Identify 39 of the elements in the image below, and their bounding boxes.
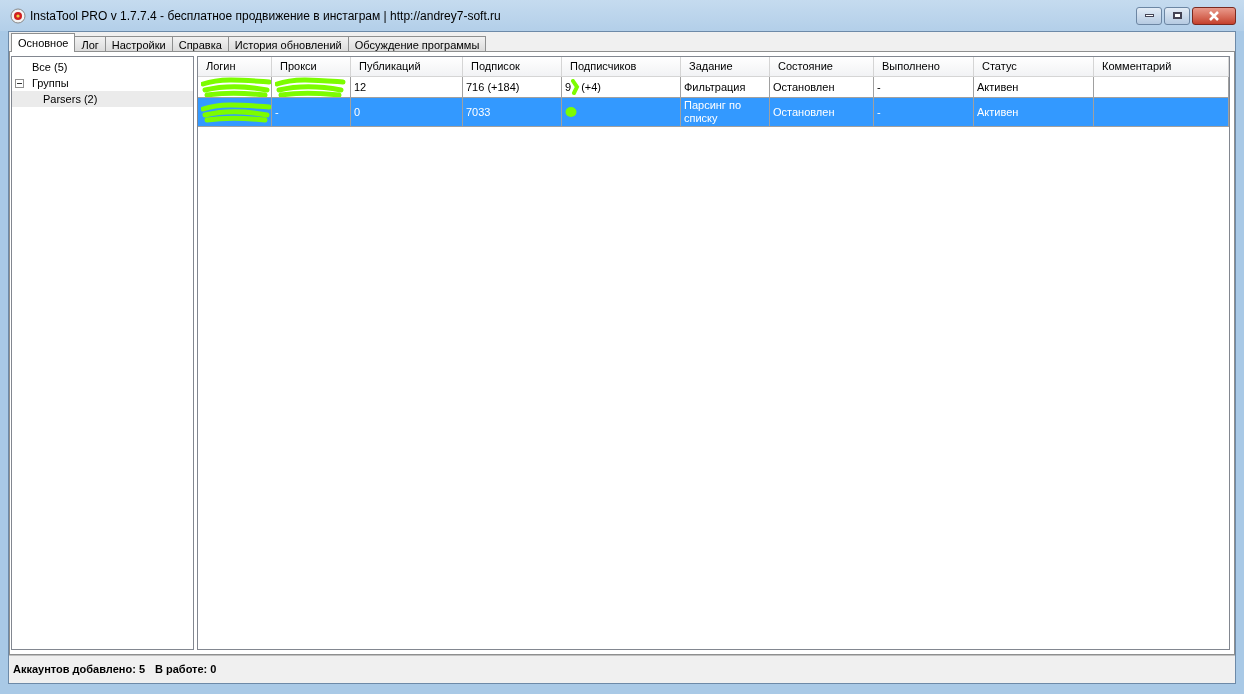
table-cell-text: (+4) — [581, 79, 601, 95]
table-cell-text: 9 — [565, 79, 572, 95]
tab[interactable]: История обновлений — [228, 36, 349, 52]
close-icon — [1208, 10, 1220, 21]
table-cell-text: - — [877, 105, 881, 119]
table-cell-text: Активен — [977, 80, 1019, 94]
tab[interactable]: Основное — [11, 33, 76, 52]
tab[interactable]: Обсуждение программы — [348, 36, 487, 52]
table-cell-text: Фильтрация — [684, 80, 746, 94]
tree-item[interactable]: Parsers (2) — [12, 91, 193, 107]
tab[interactable]: Лог — [75, 36, 106, 52]
app-logo-icon — [10, 7, 26, 24]
table-cell-text: Остановлен — [773, 105, 835, 119]
tree-item[interactable]: Все (5) — [32, 58, 193, 76]
table-row[interactable]: 12 716 (+184) 9 (+4) Фильтрация Остановлен - Активен — [198, 77, 1229, 98]
status-text: В работе: 0 — [155, 662, 217, 678]
minimize-button[interactable] — [1136, 6, 1162, 25]
window-title: InstaTool PRO v 1.7.7.4 - бесплатное продвижение в инстаграм | http://andrey7-soft.ru — [30, 7, 501, 25]
redaction-scribble-icon — [565, 106, 577, 118]
redaction-scribble-icon — [571, 79, 582, 95]
tab[interactable]: Настройки — [105, 36, 173, 52]
status-text: Аккаунтов добавлено: 5 — [13, 662, 145, 678]
table-cell-text: 0 — [354, 105, 361, 119]
table-cell-text: - — [877, 80, 881, 94]
collapse-icon[interactable] — [14, 78, 24, 88]
table-cell-text: 12 — [354, 80, 367, 94]
table-cell-text: Парсинг по списку — [684, 99, 742, 125]
table-cell-text: 7033 — [466, 105, 491, 119]
tab[interactable]: Справка — [172, 36, 229, 52]
close-button[interactable] — [1192, 6, 1236, 25]
tree-item[interactable]: Группы — [32, 74, 193, 92]
table-cell-text: - — [275, 105, 279, 119]
table-cell-text: Остановлен — [773, 80, 835, 94]
maximize-button[interactable] — [1164, 6, 1190, 25]
redaction-scribble-icon — [201, 101, 271, 123]
redaction-scribble-icon — [275, 77, 347, 97]
redaction-scribble-icon — [201, 77, 271, 97]
table-cell-text: 716 (+184) — [466, 80, 520, 94]
table-cell-text: Активен — [977, 105, 1019, 119]
